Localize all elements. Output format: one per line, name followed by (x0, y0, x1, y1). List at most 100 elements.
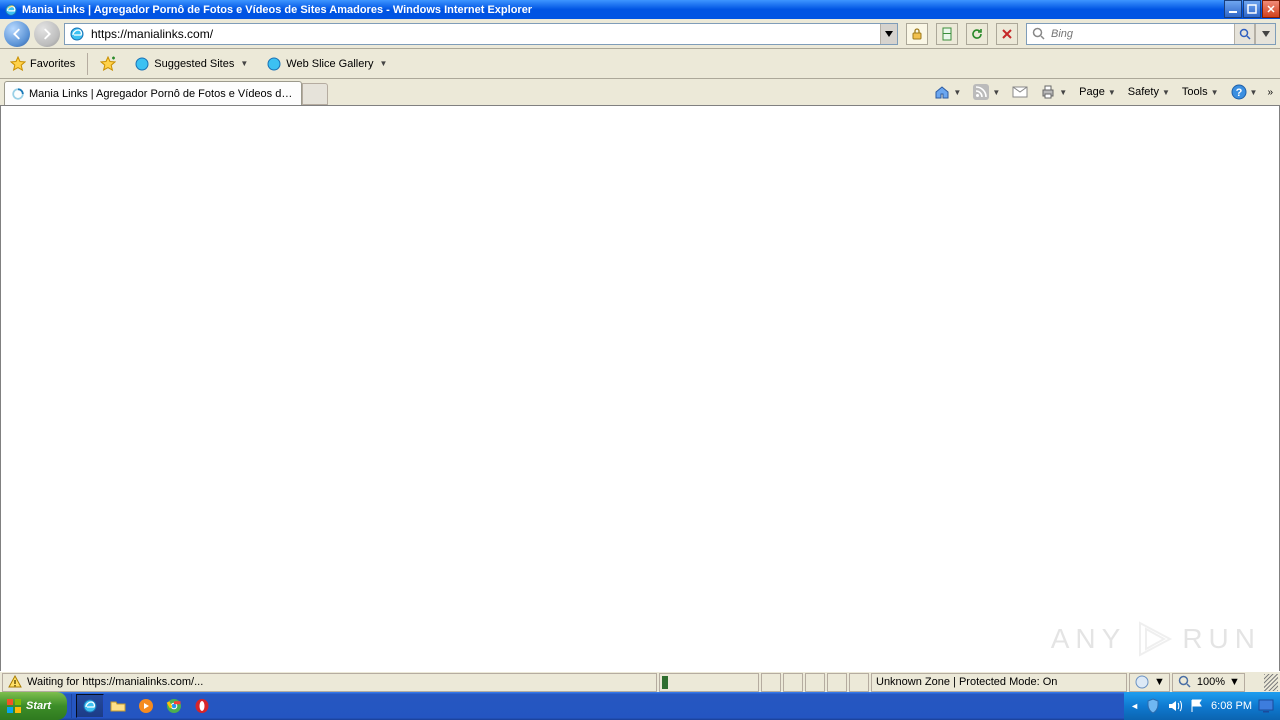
play-triangle-icon (1134, 619, 1174, 659)
suggested-sites-link[interactable]: Suggested Sites ▼ (128, 54, 254, 74)
chrome-icon (166, 698, 182, 714)
zoom-level: 100% (1197, 676, 1225, 688)
printer-icon (1040, 84, 1056, 100)
tray-shield-icon[interactable] (1145, 698, 1161, 714)
web-slice-gallery-label: Web Slice Gallery (286, 58, 373, 70)
watermark: ANY RUN (1051, 619, 1261, 659)
favorites-button[interactable]: Favorites (4, 54, 81, 74)
safety-menu-button[interactable]: Safety ▼ (1124, 84, 1174, 100)
search-input[interactable] (1051, 28, 1234, 40)
opera-icon (194, 698, 210, 714)
svg-text:?: ? (1235, 87, 1242, 99)
folder-icon (110, 698, 126, 714)
security-zone-cell[interactable]: Unknown Zone | Protected Mode: On (871, 673, 1127, 692)
page-label: Page (1079, 86, 1105, 98)
home-button[interactable]: ▼ (930, 82, 965, 102)
system-tray: ◄ 6:08 PM (1124, 692, 1280, 720)
progress-fill (662, 676, 668, 689)
tools-label: Tools (1182, 86, 1208, 98)
command-bar-overflow[interactable]: » (1265, 87, 1274, 98)
progress-bar (659, 673, 759, 692)
taskbar-separator (71, 694, 72, 718)
status-message: Waiting for https://manialinks.com/... (27, 676, 203, 688)
read-mail-button[interactable] (1008, 82, 1032, 102)
security-lock-icon[interactable] (906, 23, 928, 45)
media-player-icon (138, 698, 154, 714)
close-button[interactable] (1262, 0, 1280, 18)
windows-flag-icon (6, 698, 22, 714)
taskbar-item-opera[interactable] (188, 694, 216, 718)
status-empty-cell (849, 673, 869, 692)
tray-expand-icon[interactable]: ◄ (1130, 701, 1139, 711)
start-button[interactable]: Start (0, 692, 67, 720)
search-options-button[interactable] (1255, 24, 1275, 44)
feeds-button[interactable]: ▼ (969, 82, 1004, 102)
new-tab-button[interactable] (302, 83, 328, 105)
chevron-down-icon: ▼ (1162, 88, 1170, 97)
back-button[interactable] (4, 21, 30, 47)
tools-menu-button[interactable]: Tools ▼ (1178, 84, 1223, 100)
tab-title: Mania Links | Agregador Pornô de Fotos e… (29, 88, 295, 100)
status-bar: Waiting for https://manialinks.com/... U… (0, 671, 1280, 692)
refresh-button[interactable] (966, 23, 988, 45)
window-titlebar: Mania Links | Agregador Pornô de Fotos e… (0, 0, 1280, 19)
search-icon (1031, 26, 1047, 42)
ie-icon (82, 698, 98, 714)
print-button[interactable]: ▼ (1036, 82, 1071, 102)
web-slice-gallery-link[interactable]: Web Slice Gallery ▼ (260, 54, 393, 74)
tray-desktop-icon[interactable] (1258, 698, 1274, 714)
taskbar-item-media[interactable] (132, 694, 160, 718)
privacy-report-button[interactable]: ▼ (1129, 673, 1170, 692)
taskbar-item-ie[interactable] (76, 694, 104, 718)
search-box[interactable] (1026, 23, 1276, 45)
taskbar-clock[interactable]: 6:08 PM (1211, 700, 1252, 712)
loading-spinner-icon (11, 87, 25, 101)
favorites-bar: Favorites Suggested Sites ▼ Web Slice Ga… (0, 49, 1280, 79)
command-bar: ▼ ▼ ▼ Page ▼ Safety ▼ Tools ▼ ? ▼ » (930, 79, 1280, 105)
chevron-down-icon: ▼ (1108, 88, 1116, 97)
taskbar-item-chrome[interactable] (160, 694, 188, 718)
tray-volume-icon[interactable] (1167, 698, 1183, 714)
browser-tab[interactable]: Mania Links | Agregador Pornô de Fotos e… (4, 81, 302, 105)
chevron-down-icon: ▼ (992, 88, 1000, 97)
chevron-down-icon: ▼ (240, 59, 248, 68)
url-input[interactable] (89, 25, 880, 43)
status-empty-cell (805, 673, 825, 692)
warning-icon (7, 674, 23, 690)
help-button[interactable]: ? ▼ (1227, 82, 1262, 102)
status-message-cell: Waiting for https://manialinks.com/... (2, 673, 657, 692)
window-title: Mania Links | Agregador Pornô de Fotos e… (22, 4, 1223, 16)
compatibility-view-button[interactable] (936, 23, 958, 45)
help-icon: ? (1231, 84, 1247, 100)
chevron-down-icon: ▼ (1154, 676, 1165, 688)
home-icon (934, 84, 950, 100)
chevron-down-icon: ▼ (1059, 88, 1067, 97)
zoom-control[interactable]: 100% ▼ (1172, 673, 1245, 692)
site-favicon-icon (69, 26, 85, 42)
address-bar[interactable] (64, 23, 898, 45)
resize-grip[interactable] (1264, 674, 1278, 691)
chevron-down-icon: ▼ (953, 88, 961, 97)
zone-text: Unknown Zone | Protected Mode: On (876, 676, 1057, 688)
tab-bar: Mania Links | Agregador Pornô de Fotos e… (0, 79, 1280, 106)
stop-button[interactable] (996, 23, 1018, 45)
taskbar-item-explorer[interactable] (104, 694, 132, 718)
maximize-button[interactable] (1243, 0, 1261, 18)
search-go-button[interactable] (1234, 24, 1254, 44)
watermark-right: RUN (1182, 623, 1261, 655)
forward-button[interactable] (34, 21, 60, 47)
zoom-icon (1177, 674, 1193, 690)
page-menu-button[interactable]: Page ▼ (1075, 84, 1120, 100)
tray-flag-icon[interactable] (1189, 698, 1205, 714)
star-icon (10, 56, 26, 72)
add-to-favorites-bar-button[interactable] (94, 54, 122, 74)
url-dropdown-button[interactable] (880, 24, 897, 44)
ie-slice-icon (266, 56, 282, 72)
chevron-down-icon: ▼ (1250, 88, 1258, 97)
ie-logo-icon (4, 3, 18, 17)
status-empty-cell (783, 673, 803, 692)
privacy-icon (1134, 674, 1150, 690)
minimize-button[interactable] (1224, 0, 1242, 18)
watermark-left: ANY (1051, 623, 1127, 655)
window-controls (1223, 0, 1280, 19)
